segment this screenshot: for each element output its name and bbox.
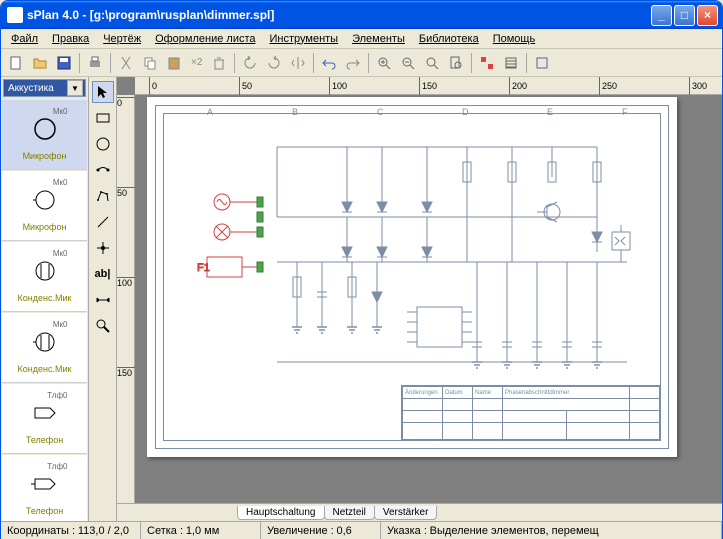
category-dropdown[interactable]: Аккустика: [3, 79, 86, 97]
pointer-tool[interactable]: [92, 81, 114, 103]
library-item[interactable]: Мк0 Микрофон: [2, 171, 87, 241]
status-coords: Координаты : 113,0 / 2,0: [1, 522, 141, 539]
copy-button[interactable]: [139, 52, 161, 74]
undo-button[interactable]: [318, 52, 340, 74]
svg-text:F1: F1: [197, 262, 210, 274]
library-item[interactable]: Мк0 Микрофон: [2, 100, 87, 170]
circle-tool[interactable]: [92, 133, 114, 155]
menubar: Файл Правка Чертёж Оформление листа Инст…: [1, 29, 722, 49]
close-button[interactable]: ×: [697, 5, 718, 26]
menu-help[interactable]: Помощь: [487, 31, 542, 47]
cut-button[interactable]: [115, 52, 137, 74]
status-grid: Сетка : 1,0 мм: [141, 522, 261, 539]
polygon-tool[interactable]: [92, 185, 114, 207]
properties-button[interactable]: [500, 52, 522, 74]
status-tool: Указка : Выделение элементов, перемещ: [381, 522, 722, 539]
zoom-fit-button[interactable]: [421, 52, 443, 74]
rectangle-tool[interactable]: [92, 107, 114, 129]
zoom-out-button[interactable]: [397, 52, 419, 74]
minimize-button[interactable]: _: [651, 5, 672, 26]
menu-edit[interactable]: Правка: [46, 31, 95, 47]
maximize-button[interactable]: □: [674, 5, 695, 26]
menu-library[interactable]: Библиотека: [413, 31, 485, 47]
status-bar: Координаты : 113,0 / 2,0 Сетка : 1,0 мм …: [1, 521, 722, 539]
library-item[interactable]: Мк0 Конденс.Мик: [2, 242, 87, 312]
flip-h-button[interactable]: [287, 52, 309, 74]
menu-elements[interactable]: Элементы: [346, 31, 411, 47]
zoom-page-button[interactable]: [445, 52, 467, 74]
menu-file[interactable]: Файл: [5, 31, 44, 47]
redo-button[interactable]: [342, 52, 364, 74]
app-window: sPlan 4.0 - [g:\program\rusplan\dimmer.s…: [0, 0, 723, 539]
horizontal-ruler: 0 50 100 150 200 250 300: [135, 77, 722, 95]
delete-button[interactable]: [208, 52, 230, 74]
dimension-tool[interactable]: [92, 289, 114, 311]
print-button[interactable]: [84, 52, 106, 74]
toolbar: ×2: [1, 49, 722, 77]
app-icon: [7, 7, 23, 23]
component-list: Мк0 Микрофон Мк0 Микрофон Мк0 Конденс.Ми…: [1, 99, 88, 521]
new-button[interactable]: [5, 52, 27, 74]
window-title: sPlan 4.0 - [g:\program\rusplan\dimmer.s…: [27, 8, 651, 22]
menu-drawing[interactable]: Чертёж: [97, 31, 147, 47]
sheet-tab[interactable]: Netzteil: [324, 506, 375, 520]
title-block: ÄnderungenDatumNamePhasenabschnittdimmer: [401, 385, 661, 441]
snap-button[interactable]: [476, 52, 498, 74]
duplicate-button[interactable]: ×2: [187, 52, 206, 74]
canvas-area: 0 50 100 150 200 250 300 0 50 100 150: [117, 77, 722, 521]
sheet-tab[interactable]: Verstärker: [374, 506, 438, 520]
drawing-tools-panel: ab|: [89, 77, 117, 521]
library-item[interactable]: Тлф0 Телефон: [2, 384, 87, 454]
text-tool[interactable]: ab|: [92, 263, 114, 285]
options-button[interactable]: [531, 52, 553, 74]
zoom-tool[interactable]: [92, 315, 114, 337]
component-library-panel: Аккустика Мк0 Микрофон Мк0 Микрофон Мк0 …: [1, 77, 89, 521]
paste-button[interactable]: [163, 52, 185, 74]
drawing-canvas[interactable]: A B C D E F: [135, 95, 722, 503]
junction-tool[interactable]: [92, 237, 114, 259]
menu-page[interactable]: Оформление листа: [149, 31, 261, 47]
zoom-in-button[interactable]: [373, 52, 395, 74]
titlebar[interactable]: sPlan 4.0 - [g:\program\rusplan\dimmer.s…: [1, 1, 722, 29]
rotate-right-button[interactable]: [263, 52, 285, 74]
library-item[interactable]: Мк0 Конденс.Мик: [2, 313, 87, 383]
status-zoom: Увеличение : 0,6: [261, 522, 381, 539]
rotate-left-button[interactable]: [239, 52, 261, 74]
schematic-sheet: A B C D E F: [147, 97, 677, 457]
menu-tools[interactable]: Инструменты: [264, 31, 345, 47]
sheet-tabs: Hauptschaltung Netzteil Verstärker: [117, 503, 722, 521]
special-tool[interactable]: [92, 159, 114, 181]
vertical-ruler: 0 50 100 150: [117, 95, 135, 503]
library-item[interactable]: Тлф0 Телефон: [2, 455, 87, 521]
sheet-tab[interactable]: Hauptschaltung: [237, 506, 325, 520]
save-button[interactable]: [53, 52, 75, 74]
open-button[interactable]: [29, 52, 51, 74]
line-tool[interactable]: [92, 211, 114, 233]
